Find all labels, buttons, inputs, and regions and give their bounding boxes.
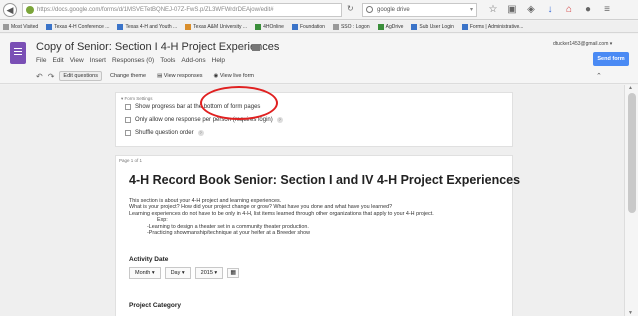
form-editor-area: ▾ Form Settings Show progress bar at the… <box>0 85 624 316</box>
account-email[interactable]: dtucker1453@gmail.com ▾ <box>553 41 612 47</box>
setting-one-response[interactable]: Only allow one response per person (requ… <box>125 117 283 123</box>
send-form-button[interactable]: Send form <box>593 52 629 66</box>
bookmark-item[interactable]: Texas 4-H and Youth ... <box>117 23 177 30</box>
form-page-card: Page 1 of 1 4-H Record Book Senior: Sect… <box>115 155 520 316</box>
activity-date-label: Activity Date <box>129 256 169 263</box>
bookmark-item[interactable]: Texas 4-H Conference ... <box>46 23 109 30</box>
menu-responses[interactable]: Responses (0) <box>112 57 154 64</box>
checkbox[interactable] <box>125 104 131 110</box>
bookmark-item[interactable]: Foundation <box>291 23 325 30</box>
pocket-icon[interactable]: ◈ <box>525 4 537 16</box>
search-text: google drive <box>377 7 410 13</box>
bookmark-item[interactable]: 4HOnline <box>255 23 284 30</box>
menu-file[interactable]: File <box>36 57 46 64</box>
view-live-form-button[interactable]: ◉ View live form <box>211 72 257 80</box>
search-dropdown-icon[interactable]: ▾ <box>470 4 473 17</box>
menu-addons[interactable]: Add-ons <box>181 57 205 64</box>
scroll-thumb[interactable] <box>628 93 636 213</box>
search-input[interactable]: google drive ▾ <box>362 3 477 17</box>
tx-icon <box>461 23 468 30</box>
tx-icon <box>46 23 53 30</box>
search-icon <box>366 6 373 13</box>
download-icon[interactable]: ↓ <box>544 4 556 16</box>
reload-icon[interactable]: ↻ <box>347 4 354 13</box>
bookmark-item[interactable]: AgDrive <box>377 23 403 30</box>
form-description[interactable]: This section is about your 4-H project a… <box>129 198 434 236</box>
doc-icon <box>411 23 418 30</box>
page-icon <box>332 23 339 30</box>
bookmark-item[interactable]: Most Visited <box>3 23 38 30</box>
form-title[interactable]: 4-H Record Book Senior: Section I and IV… <box>129 173 520 187</box>
bookmarks-bar: Most Visited Texas 4-H Conference ... Te… <box>0 21 638 33</box>
tx-icon <box>117 23 124 30</box>
undo-icon[interactable]: ↶ <box>36 72 43 81</box>
scroll-down-icon[interactable]: ▼ <box>628 310 633 316</box>
folder-icon[interactable] <box>252 44 260 51</box>
collapse-header-icon[interactable]: ⌃ <box>596 72 602 80</box>
year-select[interactable]: 2015 ▾ <box>194 267 224 279</box>
form-toolbar: ↶ ↷ Edit questions Change theme ▤ View r… <box>36 71 257 81</box>
menu-insert[interactable]: Insert <box>90 57 106 64</box>
clover-icon <box>255 23 262 30</box>
form-settings-card: ▾ Form Settings Show progress bar at the… <box>115 92 513 147</box>
page-label: Page 1 of 1 <box>119 158 143 163</box>
month-select[interactable]: Month ▾ <box>129 267 161 279</box>
scroll-up-icon[interactable]: ▲ <box>628 85 633 91</box>
forms-logo-icon[interactable] <box>10 42 26 64</box>
back-arrow-icon[interactable]: ◀ <box>3 3 17 17</box>
responses-icon: ▤ <box>157 73 164 79</box>
bookmark-item[interactable]: SSO : Logon <box>332 23 370 30</box>
menu-view[interactable]: View <box>70 57 84 64</box>
bookmark-star-icon[interactable]: ☆ <box>487 4 499 16</box>
tamu-icon <box>185 23 192 30</box>
star-icon[interactable]: ☆ <box>238 42 246 53</box>
address-bar[interactable]: https://docs.google.com/forms/d/1MSVETet… <box>22 3 342 17</box>
edit-questions-button[interactable]: Edit questions <box>59 71 102 81</box>
activity-date-row: Month ▾ Day ▾ 2015 ▾ ▦ <box>129 267 240 279</box>
bookmark-item[interactable]: Texas A&M University ... <box>185 23 247 30</box>
setting-shuffle[interactable]: Shuffle question order ? <box>125 130 204 136</box>
bookmark-item[interactable]: Sub User Login <box>411 23 454 30</box>
gear-icon <box>3 23 9 30</box>
menu-help[interactable]: Help <box>212 57 225 64</box>
menu-edit[interactable]: Edit <box>52 57 63 64</box>
form-settings-label[interactable]: ▾ Form Settings <box>121 96 153 102</box>
menu-bar: File Edit View Insert Responses (0) Tool… <box>36 57 225 64</box>
bookmark-item[interactable]: Forms | Administrative... <box>461 23 523 30</box>
browser-toolbar: ◀ https://docs.google.com/forms/d/1MSVET… <box>0 0 638 20</box>
help-icon[interactable]: ? <box>197 130 204 136</box>
redo-icon[interactable]: ↷ <box>48 72 55 81</box>
doc-icon <box>291 23 298 30</box>
annotation-circle <box>200 86 278 120</box>
checkbox[interactable] <box>125 130 131 136</box>
project-category-label: Project Category <box>129 302 182 309</box>
extension-icon[interactable]: ● <box>582 4 594 16</box>
menu-icon[interactable]: ≡ <box>601 4 613 16</box>
checkbox[interactable] <box>125 117 131 123</box>
view-responses-button[interactable]: ▤ View responses <box>154 72 205 80</box>
day-select[interactable]: Day ▾ <box>164 267 191 279</box>
forms-header: Copy of Senior: Section I 4-H Project Ex… <box>0 34 638 84</box>
scrollbar[interactable]: ▲ ▼ <box>624 85 638 316</box>
calendar-icon[interactable]: ▦ <box>227 268 240 278</box>
clipboard-icon[interactable]: ▣ <box>506 4 518 16</box>
change-theme-button[interactable]: Change theme <box>107 72 149 80</box>
secure-lock-icon <box>26 6 34 14</box>
url-text: https://docs.google.com/forms/d/1MSVETet… <box>37 7 274 13</box>
help-icon[interactable]: ? <box>276 117 283 123</box>
home-icon[interactable]: ⌂ <box>563 4 575 16</box>
drive-icon <box>377 23 384 30</box>
menu-tools[interactable]: Tools <box>160 57 175 64</box>
